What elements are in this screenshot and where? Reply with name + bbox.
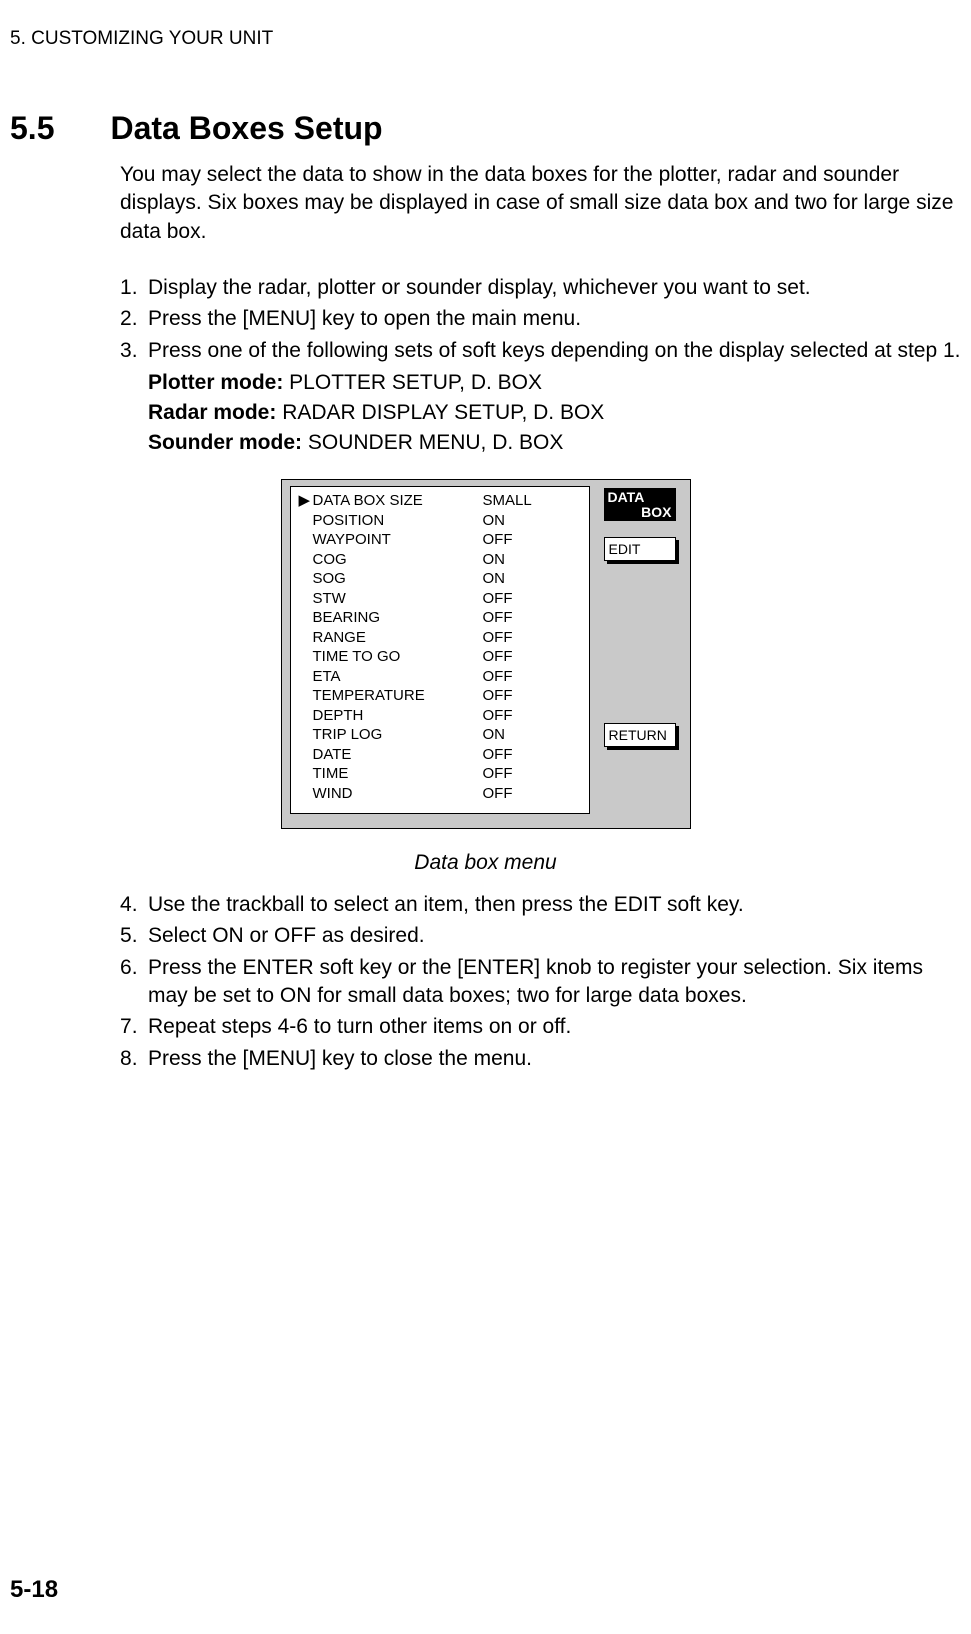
menu-row[interactable]: TIMEOFF bbox=[299, 764, 581, 784]
menu-row[interactable]: RANGEOFF bbox=[299, 628, 581, 648]
steps-list-2: Use the trackball to select an item, the… bbox=[0, 891, 971, 1073]
section-title: Data Boxes Setup bbox=[110, 110, 382, 147]
menu-title-key: DATA BOX bbox=[604, 488, 676, 521]
menu-row[interactable]: WINDOFF bbox=[299, 784, 581, 804]
list-item: Repeat steps 4-6 to turn other items on … bbox=[120, 1013, 961, 1041]
chapter-header: 5. CUSTOMIZING YOUR UNIT bbox=[0, 0, 971, 50]
mode-sounder: Sounder mode: SOUNDER MENU, D. BOX bbox=[0, 431, 971, 455]
menu-row[interactable]: ▶DATA BOX SIZESMALL bbox=[299, 491, 581, 511]
menu-row[interactable]: STWOFF bbox=[299, 589, 581, 609]
mode-plotter: Plotter mode: PLOTTER SETUP, D. BOX bbox=[0, 371, 971, 395]
list-item: Use the trackball to select an item, the… bbox=[120, 891, 961, 919]
menu-row[interactable]: ETAOFF bbox=[299, 667, 581, 687]
return-softkey[interactable]: RETURN bbox=[604, 723, 676, 747]
softkey-panel: DATA BOX EDIT RETURN bbox=[590, 486, 690, 814]
menu-row[interactable]: SOGON bbox=[299, 569, 581, 589]
menu-list[interactable]: ▶DATA BOX SIZESMALL POSITIONON WAYPOINTO… bbox=[290, 486, 590, 814]
list-item: Display the radar, plotter or sounder di… bbox=[120, 274, 961, 302]
edit-softkey[interactable]: EDIT bbox=[604, 537, 676, 561]
menu-row[interactable]: TEMPERATUREOFF bbox=[299, 686, 581, 706]
list-item: Press one of the following sets of soft … bbox=[120, 337, 961, 365]
list-item: Select ON or OFF as desired. bbox=[120, 922, 961, 950]
menu-row[interactable]: TRIP LOGON bbox=[299, 725, 581, 745]
steps-list-1: Display the radar, plotter or sounder di… bbox=[0, 274, 971, 365]
section-number: 5.5 bbox=[10, 110, 54, 147]
menu-row[interactable]: COGON bbox=[299, 550, 581, 570]
figure-caption: Data box menu bbox=[0, 851, 971, 875]
menu-row[interactable]: DATEOFF bbox=[299, 745, 581, 765]
list-item: Press the [MENU] key to close the menu. bbox=[120, 1045, 961, 1073]
section-heading: 5.5 Data Boxes Setup bbox=[0, 110, 971, 147]
menu-box: ▶DATA BOX SIZESMALL POSITIONON WAYPOINTO… bbox=[281, 479, 691, 829]
menu-row[interactable]: TIME TO GOOFF bbox=[299, 647, 581, 667]
menu-row[interactable]: DEPTHOFF bbox=[299, 706, 581, 726]
page-number: 5-18 bbox=[10, 1576, 58, 1604]
menu-row[interactable]: POSITIONON bbox=[299, 511, 581, 531]
mode-radar: Radar mode: RADAR DISPLAY SETUP, D. BOX bbox=[0, 401, 971, 425]
menu-row[interactable]: BEARINGOFF bbox=[299, 608, 581, 628]
list-item: Press the ENTER soft key or the [ENTER] … bbox=[120, 954, 961, 1011]
list-item: Press the [MENU] key to open the main me… bbox=[120, 305, 961, 333]
figure-databox-menu: ▶DATA BOX SIZESMALL POSITIONON WAYPOINTO… bbox=[0, 479, 971, 829]
menu-row[interactable]: WAYPOINTOFF bbox=[299, 530, 581, 550]
intro-paragraph: You may select the data to show in the d… bbox=[0, 161, 971, 246]
